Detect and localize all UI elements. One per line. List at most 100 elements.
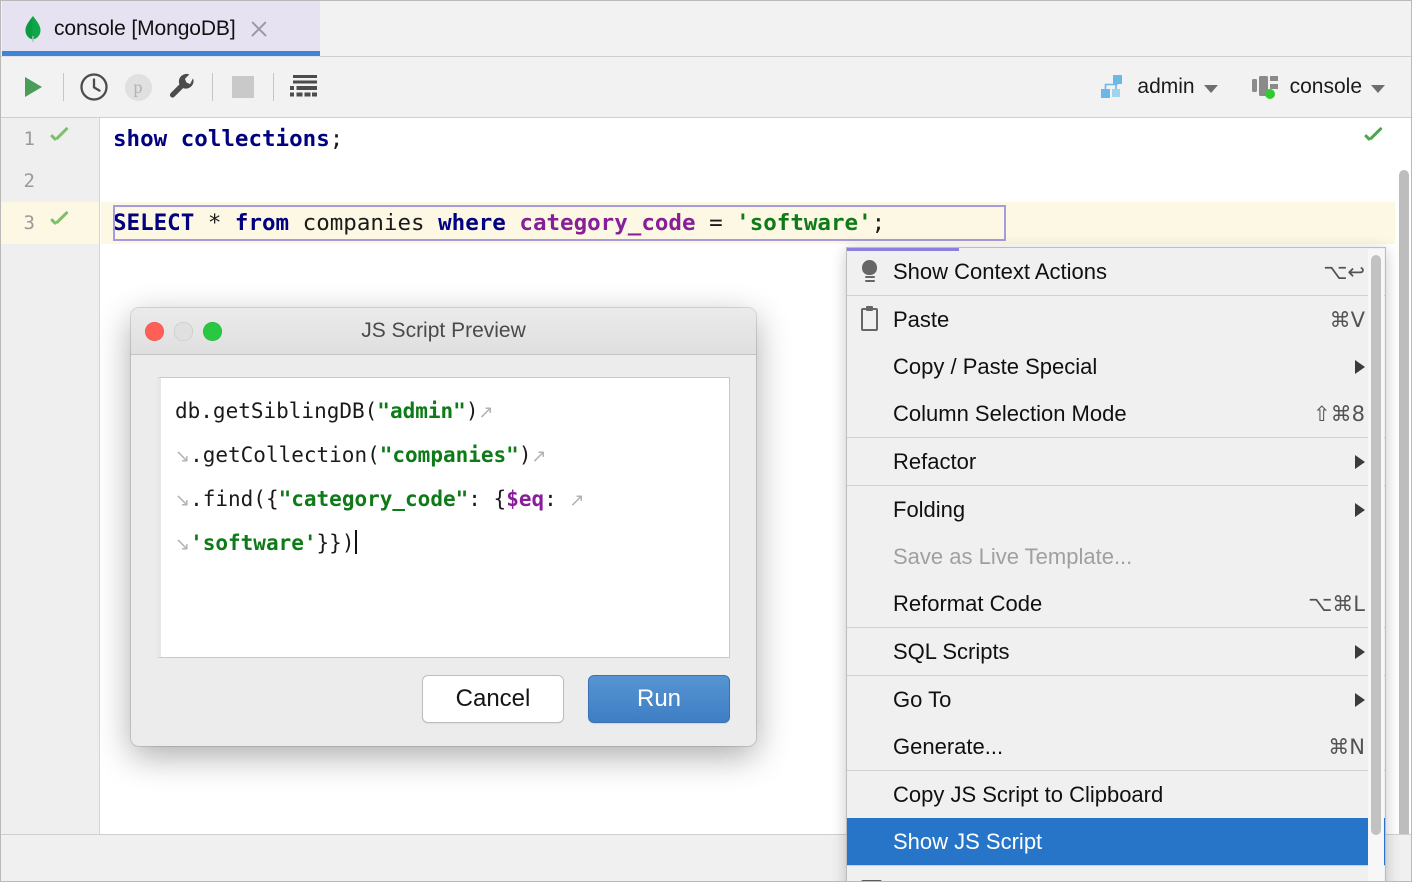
idea-database-console-window: console [MongoDB] p [0,0,1412,882]
wrap-start-icon: ↘ [175,446,190,467]
table-grid-icon [289,74,319,100]
menu-item-refactor[interactable]: Refactor [847,438,1385,485]
toolbar-right-group: admin console [1073,71,1412,103]
session-selector[interactable]: console [1246,71,1391,103]
menu-accent-line [847,248,959,251]
code-token-operator: $eq [506,487,544,511]
semicolon: ; [330,126,344,152]
dialog-title: JS Script Preview [131,319,756,343]
menu-accelerator: ⌥F8 [1315,878,1365,882]
wrap-start-icon: ↘ [175,534,190,555]
run-button[interactable]: Run [588,675,730,723]
dialog-title-bar[interactable]: JS Script Preview [131,308,756,355]
mongodb-leaf-icon [24,16,42,42]
output-button[interactable] [282,65,326,109]
js-script-code-area[interactable]: db.getSiblingDB("admin")↗ ↘.getCollectio… [157,377,730,658]
string-literal: 'software' [736,210,871,236]
text-caret [355,530,357,554]
editor-scrollbar-thumb[interactable] [1399,170,1409,860]
menu-item-paste[interactable]: Paste ⌘V [847,296,1385,343]
gutter-line-1: 1 [1,118,99,160]
code-token-plain: ) [466,399,479,423]
check-icon [49,215,71,231]
menu-item-folding[interactable]: Folding [847,486,1385,533]
tab-active-underline [2,51,320,56]
code-token-string: "category_code" [279,487,469,511]
submenu-arrow-icon [1355,455,1365,469]
menu-item-copy-js-script-to-clipboard[interactable]: Copy JS Script to Clipboard [847,771,1385,818]
keyword-where: where [438,210,506,236]
menu-item-go-to[interactable]: Go To [847,676,1385,723]
menu-item-evaluate-expression[interactable]: Evaluate Expression... ⌥F8 [847,866,1385,882]
menu-accelerator: ⌥⌘L [1308,592,1365,616]
editor-context-menu[interactable]: Show Context Actions ⌥↩ Paste ⌘V Copy / … [846,247,1386,882]
semicolon: ; [872,210,886,236]
code-token-plain: : { [468,487,506,511]
menu-accelerator: ⌘V [1330,308,1365,332]
menu-item-show-context-actions[interactable]: Show Context Actions ⌥↩ [847,248,1385,295]
run-button[interactable] [11,65,55,109]
menu-accelerator: ⇧⌘8 [1313,402,1365,426]
menu-item-generate[interactable]: Generate... ⌘N [847,723,1385,770]
chevron-down-icon [1371,85,1385,93]
dialog-footer: Cancel Run [131,652,756,746]
history-button[interactable] [72,65,116,109]
toolbar-separator [273,73,274,101]
menu-item-sql-scripts[interactable]: SQL Scripts [847,628,1385,675]
keyword-from: from [235,210,289,236]
check-icon [49,131,71,147]
code-line-1[interactable]: show collections; [101,118,1412,160]
editor-tab-bar: console [MongoDB] [1,1,1412,57]
code-token-plain: db.getSiblingDB( [175,399,377,423]
gutter-line-3: 3 [1,202,99,244]
submenu-arrow-icon [1355,360,1365,374]
code-token-plain: }}) [317,531,355,555]
code-token-string: 'software' [190,531,316,555]
line-status-check-icon [1363,131,1385,147]
line-number: 1 [1,128,35,150]
menu-item-column-selection-mode[interactable]: Column Selection Mode ⇧⌘8 [847,390,1385,437]
console-toolbar: p [1,57,1412,118]
code-line-3[interactable]: SELECT * from companies where category_c… [101,202,1412,244]
code-token-string: "admin" [377,399,466,423]
stop-square-icon [232,76,254,98]
submenu-arrow-icon [1355,693,1365,707]
submenu-arrow-icon [1355,645,1365,659]
editor-scrollbar[interactable] [1395,118,1412,835]
menu-item-copy-paste-special[interactable]: Copy / Paste Special [847,343,1385,390]
keyword-collections: collections [181,126,330,152]
stop-button [221,65,265,109]
code-token-plain: .getCollection( [190,443,380,467]
code-line-2[interactable] [101,160,1412,202]
settings-button[interactable] [160,65,204,109]
dialog-body: db.getSiblingDB("admin")↗ ↘.getCollectio… [131,355,756,658]
close-icon[interactable] [248,18,270,40]
line-number: 3 [1,212,35,234]
menu-item-show-js-script[interactable]: Show JS Script [847,818,1385,865]
line-number: 2 [1,170,35,192]
menu-scrollbar-thumb[interactable] [1371,255,1381,835]
js-script-preview-dialog[interactable]: JS Script Preview db.getSiblingDB("admin… [131,308,756,746]
table-name: companies [289,210,438,236]
session-label: console [1290,75,1362,99]
schema-icon [1101,75,1127,99]
parameters-button: p [116,65,160,109]
play-icon [25,77,42,97]
schema-selector[interactable]: admin [1095,71,1223,103]
tab-title: console [MongoDB] [54,17,236,41]
menu-scrollbar[interactable] [1368,249,1384,882]
keyword-select: SELECT [113,210,194,236]
menu-accelerator: ⌘N [1328,735,1365,759]
cancel-button[interactable]: Cancel [422,675,564,723]
tab-console-mongodb[interactable]: console [MongoDB] [2,1,320,57]
wrench-icon [167,72,197,102]
column-name: category_code [506,210,709,236]
p-circle-icon: p [125,74,152,101]
equals-operator: = [709,210,736,236]
toolbar-separator [212,73,213,101]
lightbulb-icon [861,260,893,283]
menu-item-reformat-code[interactable]: Reformat Code ⌥⌘L [847,580,1385,627]
gutter-line-2: 2 [1,160,99,202]
clock-icon [79,72,109,102]
code-token-string: "companies" [380,443,519,467]
